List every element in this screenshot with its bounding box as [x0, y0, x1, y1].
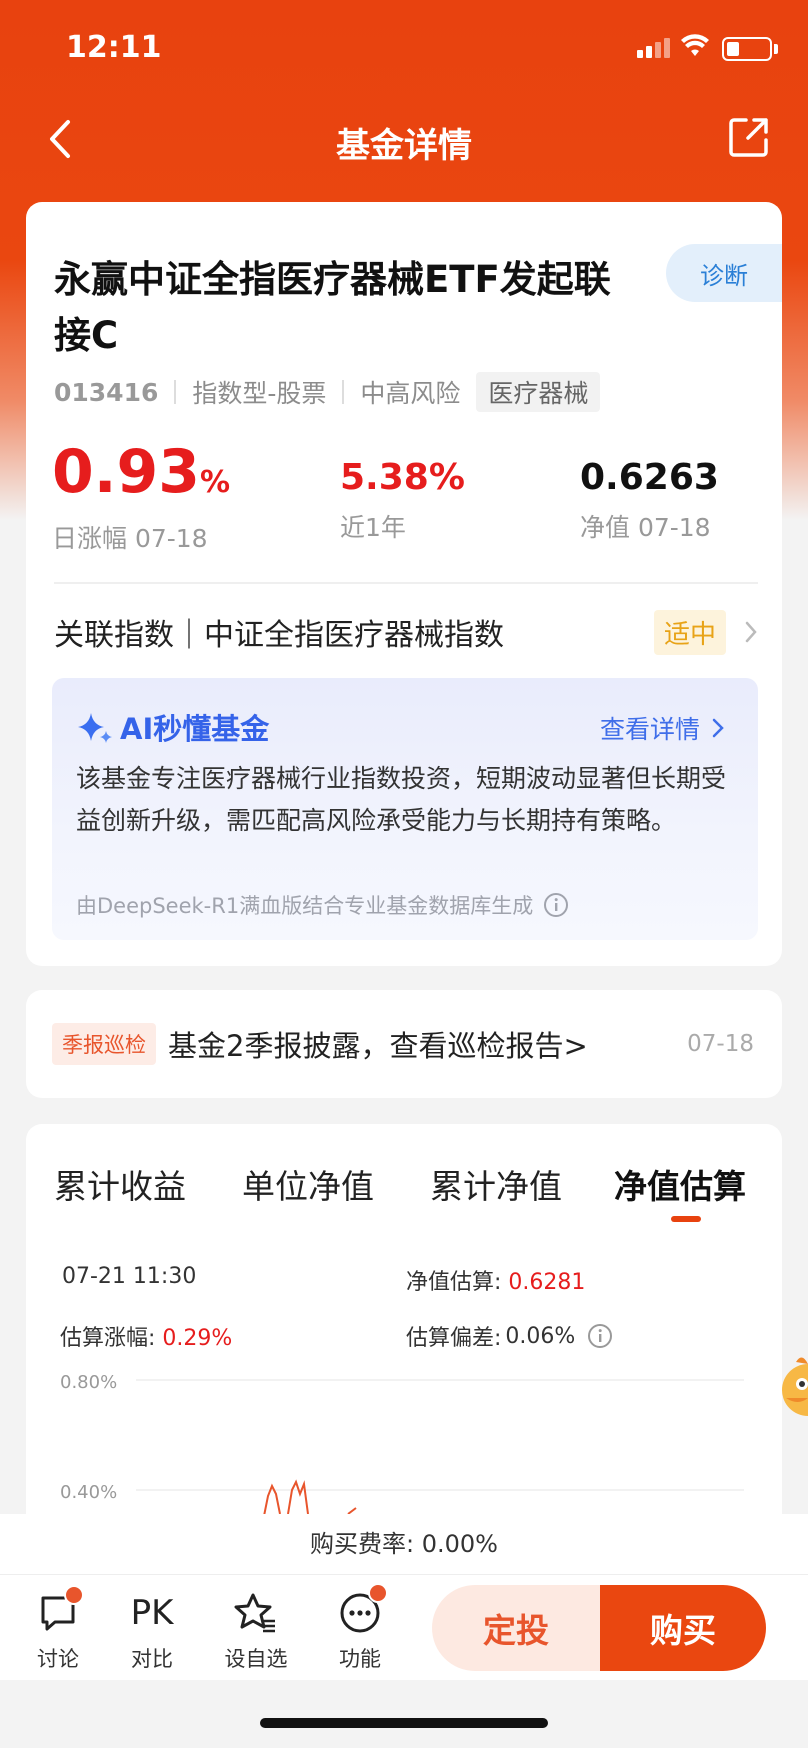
ai-title-text: AI秒懂基金: [120, 712, 270, 746]
chart-tabs: 累计收益 单位净值 累计净值 净值估算: [26, 1160, 782, 1230]
nav-estimate: 净值估算: 0.6281: [406, 1264, 585, 1296]
one-year-stat: 5.38% 近1年: [340, 454, 465, 544]
estimate-change-value: 0.29%: [162, 1326, 233, 1351]
functions-label: 功能: [339, 1647, 381, 1671]
estimate-deviation: 估算偏差: 0.06%: [406, 1320, 613, 1352]
home-area: [0, 1680, 808, 1748]
wifi-icon: [681, 34, 709, 56]
quarterly-report-card[interactable]: 季报巡检 基金2季报披露，查看巡检报告> 07-18: [26, 990, 782, 1098]
estimate-change: 估算涨幅: 0.29%: [60, 1320, 232, 1352]
estimate-chart: 0.80% 0.40%: [60, 1372, 744, 1514]
fund-summary-card: 永赢中证全指医疗器械ETF发起联接C 诊断 013416 指数型-股票 中高风险…: [26, 202, 782, 966]
daily-change-stat: 0.93% 日涨幅 07-18: [52, 438, 230, 555]
meta-divider: [174, 380, 177, 404]
discussion-button[interactable]: 讨论: [18, 1585, 98, 1673]
status-time: 12:11: [66, 30, 162, 65]
battery-icon: [722, 37, 772, 61]
y-tick-label: 0.80%: [60, 1372, 117, 1393]
fund-type: 指数型-股票: [192, 379, 327, 408]
one-year-value: 5.38%: [340, 457, 465, 498]
estimate-deviation-label: 估算偏差:: [406, 1326, 502, 1351]
daily-change-value: 0.93%: [52, 437, 231, 507]
page-title: 基金详情: [336, 126, 472, 166]
ai-title: AI秒懂基金: [76, 706, 269, 748]
tab-cumulative-nav[interactable]: 累计净值: [430, 1160, 562, 1208]
report-text: 基金2季报披露，查看巡检报告>: [168, 1029, 588, 1063]
nav-value: 0.6263: [580, 457, 719, 498]
purchase-fee: 购买费率: 0.00%: [0, 1514, 808, 1574]
report-date: 07-18: [687, 1031, 754, 1057]
sector-tag[interactable]: 医疗器械: [476, 372, 601, 412]
fund-name: 永赢中证全指医疗器械ETF发起联接C: [54, 258, 611, 357]
tab-underline: [671, 1216, 701, 1222]
nav-estimate-value: 0.6281: [508, 1270, 586, 1295]
nav-estimate-label: 净值估算:: [406, 1270, 502, 1295]
estimate-datetime: 07-21 11:30: [62, 1264, 197, 1289]
nav-bar: 基金详情: [0, 96, 808, 182]
meta-divider: [342, 380, 345, 404]
fund-meta: 013416 指数型-股票 中高风险 医疗器械: [54, 372, 601, 412]
ai-footer-text: 由DeepSeek-R1满血版结合专业基金数据库生成: [76, 894, 534, 918]
divider: [54, 582, 758, 584]
watchlist-label: 设自选: [224, 1647, 288, 1671]
y-tick-label: 0.40%: [60, 1482, 117, 1503]
fund-risk: 中高风险: [360, 379, 461, 408]
ai-footer: 由DeepSeek-R1满血版结合专业基金数据库生成: [76, 890, 569, 920]
discussion-label: 讨论: [37, 1647, 79, 1671]
ai-summary-box: AI秒懂基金 查看详情 该基金专注医疗器械行业指数投资，短期波动显著但长期受益创…: [52, 678, 758, 940]
one-year-label: 近1年: [340, 513, 406, 542]
bottom-action-bar: 讨论 PK 对比 设自选 功能 定投 购买: [0, 1574, 808, 1680]
chevron-right-icon: [712, 718, 724, 738]
auto-invest-button[interactable]: 定投: [432, 1585, 600, 1671]
mascot-icon[interactable]: [778, 1350, 808, 1430]
sparkle-icon: [78, 713, 112, 743]
report-tag: 季报巡检: [52, 1023, 156, 1065]
functions-button[interactable]: 功能: [320, 1583, 400, 1673]
estimate-deviation-value: 0.06%: [505, 1323, 576, 1349]
star-icon: [234, 1593, 275, 1633]
valuation-badge: 适中: [653, 609, 726, 655]
related-index-row[interactable]: 关联指数｜中证全指医疗器械指数 适中: [54, 602, 758, 662]
ai-details-link[interactable]: 查看详情: [600, 710, 728, 746]
ai-summary-text: 该基金专注医疗器械行业指数投资，短期波动显著但长期受益创新升级，需匹配高风险承受…: [76, 764, 727, 835]
battery-nub: [774, 44, 778, 54]
nav-label: 净值 07-18: [580, 513, 711, 542]
info-icon[interactable]: [543, 892, 569, 918]
diagnose-button[interactable]: 诊断: [666, 244, 782, 302]
watchlist-button[interactable]: 设自选: [216, 1589, 296, 1673]
tab-nav-estimate[interactable]: 净值估算: [614, 1160, 746, 1208]
tab-unit-nav[interactable]: 单位净值: [242, 1160, 374, 1208]
info-icon[interactable]: [587, 1323, 613, 1349]
compare-button[interactable]: PK 对比: [112, 1589, 192, 1673]
tab-cumulative-return[interactable]: 累计收益: [54, 1160, 186, 1208]
chevron-right-icon: [745, 621, 757, 643]
notification-dot: [64, 1585, 84, 1605]
pk-icon: PK: [130, 1593, 174, 1633]
compare-label: 对比: [131, 1647, 173, 1671]
status-bar: 12:11: [0, 0, 808, 96]
home-indicator[interactable]: [260, 1718, 548, 1728]
related-index-text: 关联指数｜中证全指医疗器械指数: [54, 618, 504, 653]
signal-icon: [637, 38, 670, 58]
ai-details-label: 查看详情: [599, 715, 700, 744]
nav-stat: 0.6263 净值 07-18: [580, 454, 719, 544]
notification-dot: [368, 1583, 388, 1603]
buy-button[interactable]: 购买: [600, 1585, 766, 1671]
share-icon[interactable]: [726, 114, 772, 160]
series-line: [263, 1479, 357, 1514]
fund-code: 013416: [54, 377, 159, 407]
estimate-change-label: 估算涨幅:: [60, 1326, 156, 1351]
daily-change-label: 日涨幅 07-18: [52, 524, 208, 553]
